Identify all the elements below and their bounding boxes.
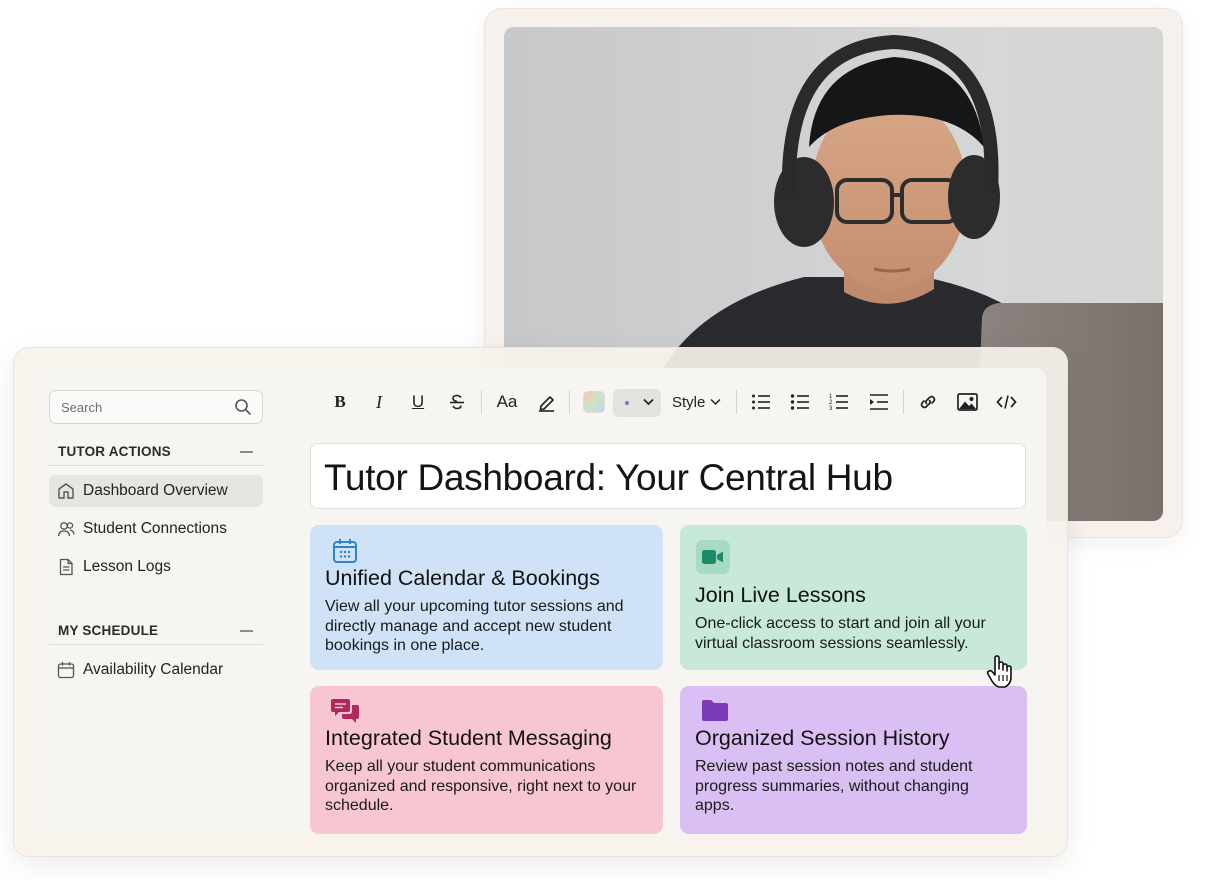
font-size-icon[interactable]: Aa [494, 390, 520, 414]
sidebar-item-label: Student Connections [83, 520, 227, 537]
search-input[interactable] [50, 391, 228, 423]
home-icon [58, 483, 74, 499]
style-dropdown[interactable]: Style [672, 390, 721, 414]
document-icon [59, 558, 73, 576]
toolbar-divider [903, 390, 904, 414]
toolbar-divider [736, 390, 737, 414]
section-title: MY SCHEDULE [58, 623, 159, 638]
card-join-live-lessons[interactable]: Join Live Lessons One-click access to st… [680, 525, 1027, 670]
sidebar-item-label: Dashboard Overview [83, 482, 228, 499]
card-integrated-messaging[interactable]: Integrated Student Messaging Keep all yo… [310, 686, 663, 834]
card-title: Organized Session History [695, 726, 950, 750]
card-title: Integrated Student Messaging [325, 726, 612, 750]
card-description: View all your upcoming tutor sessions an… [325, 598, 624, 654]
underline-icon[interactable]: U [408, 390, 428, 414]
numbered-list-icon[interactable]: 123 [828, 390, 850, 414]
card-unified-calendar[interactable]: Unified Calendar & Bookings View all you… [310, 525, 663, 670]
code-icon[interactable] [995, 390, 1017, 414]
strikethrough-icon[interactable] [447, 390, 467, 414]
section-tutor-actions[interactable]: TUTOR ACTIONS [49, 440, 263, 466]
search-icon[interactable] [234, 398, 252, 416]
card-session-history[interactable]: Organized Session History Review past se… [680, 686, 1027, 834]
dashboard-window: TUTOR ACTIONS Dashboard Overview Student… [34, 368, 1046, 834]
link-icon[interactable] [917, 390, 939, 414]
editor-toolbar: B I U Aa Style 123 [310, 380, 1026, 424]
users-icon [57, 522, 75, 537]
bold-icon[interactable]: B [330, 390, 350, 414]
style-label: Style [672, 393, 706, 411]
sidebar-item-dashboard-overview[interactable]: Dashboard Overview [49, 475, 263, 507]
sidebar-item-availability-calendar[interactable]: Availability Calendar [49, 654, 263, 686]
color-swatch[interactable] [583, 391, 605, 413]
sidebar-item-label: Lesson Logs [83, 558, 171, 575]
italic-icon[interactable]: I [369, 390, 389, 414]
card-title: Unified Calendar & Bookings [325, 566, 600, 590]
hand-cursor-icon [986, 655, 1012, 688]
toolbar-divider [569, 390, 570, 414]
calendar-icon [333, 539, 357, 563]
bullet-list-icon[interactable] [750, 390, 772, 414]
image-icon[interactable] [956, 390, 978, 414]
card-title: Join Live Lessons [695, 583, 866, 607]
search-box[interactable] [49, 390, 263, 424]
card-description: Review past session notes and student pr… [695, 758, 973, 814]
card-description: One-click access to start and join all y… [695, 615, 986, 652]
card-description: Keep all your student communications org… [325, 758, 637, 814]
highlight-select[interactable] [613, 389, 661, 417]
calendar-icon [57, 662, 75, 679]
collapse-icon[interactable] [240, 630, 253, 632]
sidebar-item-lesson-logs[interactable]: Lesson Logs [49, 551, 263, 583]
page-title-box[interactable]: Tutor Dashboard: Your Central Hub [310, 443, 1026, 509]
sidebar-item-student-connections[interactable]: Student Connections [49, 513, 263, 545]
indent-icon[interactable] [868, 390, 890, 414]
folder-icon [702, 700, 728, 721]
video-camera-icon [702, 550, 723, 564]
toolbar-divider [481, 390, 482, 414]
section-title: TUTOR ACTIONS [58, 444, 171, 459]
collapse-icon[interactable] [240, 451, 253, 453]
chevron-down-icon [710, 398, 721, 406]
section-my-schedule[interactable]: MY SCHEDULE [49, 619, 263, 645]
highlighter-icon[interactable] [536, 390, 556, 414]
checklist-icon[interactable] [789, 390, 811, 414]
video-icon-tile [696, 540, 730, 574]
sidebar-item-label: Availability Calendar [83, 661, 224, 678]
svg-text:3: 3 [829, 406, 833, 411]
chat-bubbles-icon [331, 699, 359, 723]
page-title: Tutor Dashboard: Your Central Hub [324, 457, 893, 498]
chevron-down-icon [643, 398, 654, 406]
